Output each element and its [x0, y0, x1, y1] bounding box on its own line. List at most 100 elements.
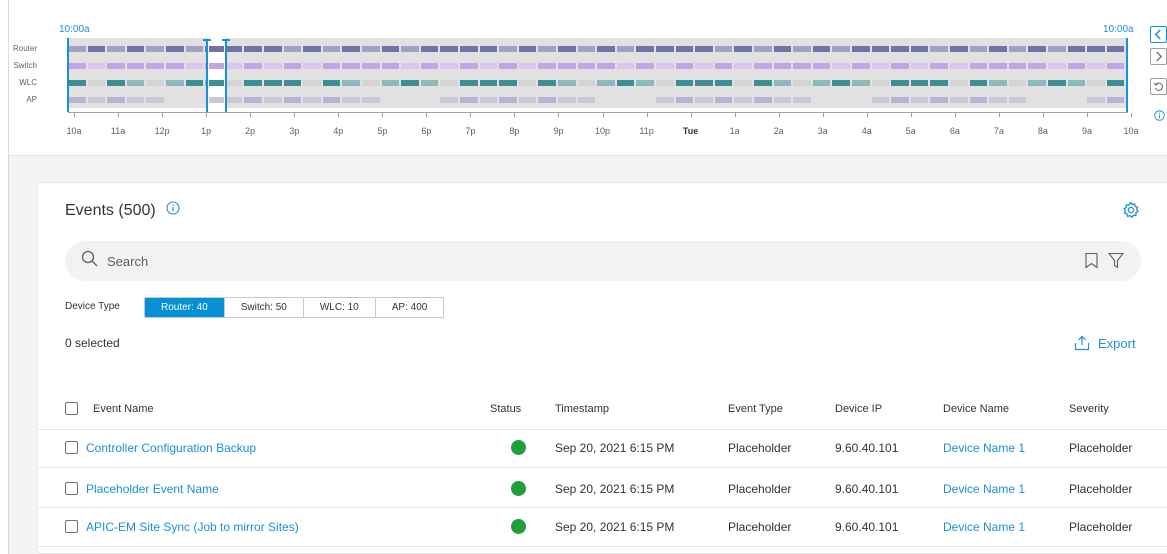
timeline-segment — [342, 80, 360, 86]
timeline-tick — [778, 113, 780, 117]
event-name-link[interactable]: Placeholder Event Name — [86, 482, 219, 496]
timeline-segment — [832, 97, 850, 103]
device-name-link[interactable]: Device Name 1 — [943, 482, 1025, 496]
timeline-tick — [74, 113, 75, 117]
timeline-tick-label: 6a — [949, 126, 960, 136]
timeline-tick — [866, 113, 868, 117]
column-header-event-type[interactable]: Event Type — [728, 403, 783, 415]
events-title: Events (500) — [65, 201, 156, 219]
timeline-heatmap[interactable] — [68, 38, 1128, 108]
event-name-link[interactable]: Controller Configuration Backup — [86, 441, 256, 455]
column-header-device-ip[interactable]: Device IP — [835, 403, 882, 415]
timeline-row-label: Switch — [13, 61, 37, 70]
timeline-tick-label: 10p — [594, 126, 611, 136]
timeline-tick — [646, 113, 648, 117]
timeline-segment — [616, 80, 635, 86]
timeline-selected-segment — [209, 63, 224, 69]
row-checkbox[interactable] — [65, 482, 78, 495]
timeline-segment — [695, 63, 713, 69]
timeline-reset-button[interactable] — [1150, 78, 1167, 95]
select-all-checkbox[interactable] — [65, 402, 78, 415]
timeline-segment — [1087, 80, 1105, 86]
timeline-segment — [793, 46, 811, 52]
timeline-tick — [162, 113, 164, 117]
search-bar[interactable]: Search — [65, 241, 1141, 281]
timeline-segment — [675, 63, 694, 69]
column-header-status[interactable]: Status — [490, 403, 521, 415]
timeline-info-icon[interactable] — [1154, 110, 1165, 121]
timeline-segment — [303, 97, 321, 103]
timeline-tick — [206, 113, 208, 117]
header-divider — [37, 429, 1167, 430]
timeline-segment — [1008, 46, 1027, 52]
column-header-event-name[interactable]: Event Name — [93, 403, 154, 415]
timeline-segment — [322, 80, 341, 86]
timeline-row-label: AP — [26, 95, 37, 104]
device-type-filter[interactable]: Router: 40 Switch: 50 WLC: 10 AP: 400 — [144, 297, 445, 318]
info-icon[interactable] — [166, 201, 180, 220]
range-start-marker[interactable] — [67, 38, 69, 112]
timeline-segment — [499, 80, 517, 86]
column-header-timestamp[interactable]: Timestamp — [555, 403, 609, 415]
timeline-segment — [989, 80, 1007, 86]
timeline-segment — [499, 63, 517, 69]
selection-right-handle[interactable] — [225, 40, 227, 112]
timeline-segment — [322, 97, 341, 103]
event-type-cell: Placeholder — [728, 520, 792, 534]
timeline-segment — [812, 46, 831, 52]
timeline-next-button[interactable] — [1150, 48, 1167, 65]
timeline-tick — [338, 113, 340, 117]
timeline-segment — [734, 80, 752, 86]
filter-icon[interactable] — [1108, 252, 1124, 269]
timeline-segment — [1067, 97, 1086, 103]
search-input[interactable]: Search — [107, 254, 148, 269]
timeline-segment — [1106, 97, 1125, 103]
event-timeline[interactable]: 10:00a 10:00a Router Switch WLC AP 10a 11… — [9, 0, 1167, 154]
timeline-segment — [479, 46, 498, 52]
severity-cell: Placeholder — [1069, 520, 1133, 534]
timeline-segment — [244, 63, 262, 69]
selection-left-handle[interactable] — [206, 40, 208, 112]
timeline-segment — [989, 63, 1007, 69]
timeline-segment — [832, 80, 850, 86]
row-checkbox[interactable] — [65, 441, 78, 454]
device-ip-cell: 9.60.40.101 — [835, 520, 899, 534]
device-type-ap[interactable]: AP: 400 — [375, 298, 444, 317]
timeline-segment — [264, 80, 282, 86]
timeline-prev-button[interactable] — [1150, 26, 1167, 43]
timeline-segment — [1028, 46, 1046, 52]
timeline-segment — [969, 97, 988, 103]
timeline-segment — [1067, 46, 1086, 52]
timeline-segment — [518, 97, 537, 103]
gear-icon[interactable] — [1122, 201, 1140, 219]
timeline-segment — [342, 97, 360, 103]
timeline-segment — [1087, 46, 1105, 52]
timeline-segment — [1106, 63, 1125, 69]
device-name-link[interactable]: Device Name 1 — [943, 520, 1025, 534]
timeline-tick-label: 3p — [289, 126, 300, 136]
row-checkbox[interactable] — [65, 520, 78, 533]
timeline-segment — [852, 80, 870, 86]
export-button[interactable]: Export — [1074, 335, 1136, 351]
event-name-link[interactable]: APIC-EM Site Sync (Job to mirror Sites) — [86, 520, 299, 534]
timeline-segment — [342, 46, 360, 52]
column-header-severity[interactable]: Severity — [1069, 403, 1109, 415]
timeline-tick-label: 9a — [1081, 126, 1092, 136]
timeline-segment — [597, 97, 615, 103]
device-name-link[interactable]: Device Name 1 — [943, 441, 1025, 455]
column-header-device-name[interactable]: Device Name — [943, 403, 1009, 415]
device-type-router[interactable]: Router: 40 — [145, 298, 225, 317]
timeline-segment — [1028, 97, 1046, 103]
timestamp-cell: Sep 20, 2021 6:15 PM — [555, 482, 675, 496]
bookmark-icon[interactable] — [1084, 252, 1099, 269]
timeline-segment — [126, 80, 145, 86]
timeline-segment — [1106, 80, 1125, 86]
timeline-segment — [420, 80, 439, 86]
device-type-wlc[interactable]: WLC: 10 — [303, 298, 376, 317]
timeline-segment — [910, 80, 929, 86]
timeline-segment — [538, 97, 556, 103]
device-type-switch[interactable]: Switch: 50 — [224, 298, 304, 317]
range-end-marker[interactable] — [1126, 38, 1128, 112]
timeline-segment — [910, 63, 929, 69]
timeline-segment — [166, 63, 184, 69]
